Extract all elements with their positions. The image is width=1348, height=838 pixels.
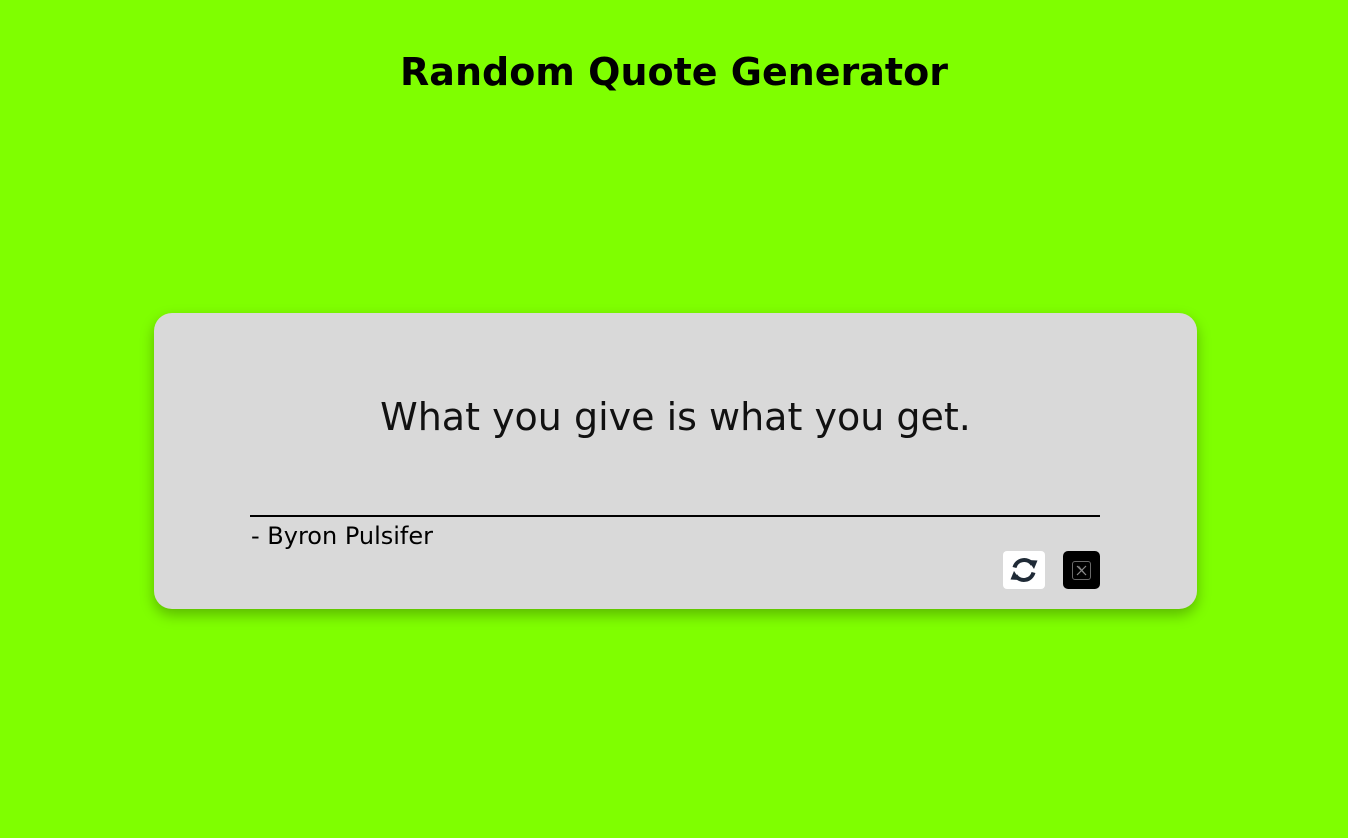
refresh-icon — [1010, 558, 1038, 582]
tweet-button[interactable] — [1063, 551, 1100, 589]
new-quote-button[interactable] — [1003, 551, 1045, 589]
x-twitter-icon — [1072, 560, 1091, 580]
divider — [250, 515, 1100, 517]
page-title: Random Quote Generator — [400, 50, 948, 94]
quote-card: What you give is what you get. - Byron P… — [154, 313, 1197, 609]
quote-author: - Byron Pulsifer — [251, 522, 434, 550]
quote-text: What you give is what you get. — [380, 395, 971, 439]
